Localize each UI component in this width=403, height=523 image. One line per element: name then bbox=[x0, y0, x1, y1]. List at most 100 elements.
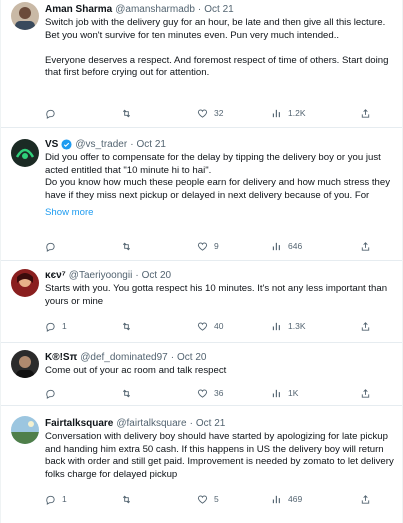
action-bar: 32 1.2K bbox=[45, 106, 394, 120]
like-count: 5 bbox=[214, 494, 219, 504]
views-button[interactable]: 1.2K bbox=[271, 108, 306, 119]
like-count: 9 bbox=[214, 241, 219, 251]
reply-icon bbox=[46, 109, 55, 119]
like-button[interactable]: 9 bbox=[197, 241, 219, 252]
views-icon bbox=[272, 389, 280, 397]
separator-dot: · bbox=[170, 352, 175, 363]
like-button[interactable]: 36 bbox=[197, 388, 223, 399]
tweet-header: κєν⁷ @Taeriyoongii · Oct 20 bbox=[45, 269, 398, 282]
author-handle[interactable]: @Taeriyoongii bbox=[69, 269, 133, 282]
author-handle[interactable]: @fairtalksquare bbox=[116, 417, 186, 430]
separator-dot: · bbox=[189, 418, 193, 429]
author-name[interactable]: VS bbox=[45, 138, 58, 151]
like-button[interactable]: 40 bbox=[197, 321, 223, 332]
author-name[interactable]: K®!Sπ bbox=[45, 351, 77, 364]
avatar[interactable] bbox=[11, 2, 39, 30]
tweet-header: K®!Sπ @def_dominated97 · Oct 20 bbox=[45, 351, 398, 364]
reply-button[interactable] bbox=[45, 108, 62, 119]
heart-icon bbox=[197, 109, 208, 118]
reply-icon bbox=[46, 389, 55, 399]
author-handle[interactable]: @amansharmadb bbox=[115, 3, 195, 16]
share-button[interactable] bbox=[360, 321, 371, 332]
tweet-text: Conversation with delivery boy should ha… bbox=[45, 431, 397, 480]
views-button[interactable]: 646 bbox=[271, 241, 302, 252]
timestamp[interactable]: Oct 20 bbox=[142, 269, 171, 282]
share-icon bbox=[361, 494, 370, 504]
reply-button[interactable] bbox=[45, 241, 62, 252]
reply-icon bbox=[46, 495, 55, 505]
view-count: 1.3K bbox=[288, 321, 306, 331]
views-icon bbox=[272, 495, 280, 503]
separator-dot: · bbox=[130, 139, 134, 150]
heart-icon bbox=[197, 495, 208, 504]
author-handle[interactable]: @vs_trader bbox=[75, 138, 127, 151]
avatar[interactable] bbox=[11, 350, 39, 378]
retweet-icon bbox=[122, 322, 131, 330]
tweet-text: Switch job with the delivery guy for an … bbox=[45, 17, 389, 79]
avatar[interactable] bbox=[11, 139, 39, 167]
views-icon bbox=[272, 242, 280, 250]
reply-icon bbox=[46, 322, 55, 332]
views-icon bbox=[272, 322, 280, 330]
retweet-button[interactable] bbox=[121, 241, 138, 252]
avatar[interactable] bbox=[11, 416, 39, 444]
views-icon bbox=[272, 109, 280, 117]
retweet-icon bbox=[122, 389, 131, 397]
reply-feed: Aman Sharma @amansharmadb · Oct 21 Switc… bbox=[0, 0, 403, 523]
like-count: 32 bbox=[214, 108, 224, 118]
retweet-button[interactable] bbox=[121, 494, 138, 505]
reply-count: 1 bbox=[62, 321, 67, 331]
timestamp[interactable]: Oct 21 bbox=[204, 3, 233, 16]
views-button[interactable]: 469 bbox=[271, 494, 302, 505]
retweet-icon bbox=[122, 109, 131, 117]
like-count: 40 bbox=[214, 321, 224, 331]
share-button[interactable] bbox=[360, 108, 371, 119]
timestamp[interactable]: Oct 21 bbox=[196, 417, 225, 430]
separator-dot: · bbox=[135, 270, 139, 281]
retweet-button[interactable] bbox=[121, 108, 138, 119]
tweet-text: Starts with you. You gotta respect his 1… bbox=[45, 283, 390, 307]
share-button[interactable] bbox=[360, 241, 371, 252]
tweet-fairtalksquare[interactable]: Fairtalksquare @fairtalksquare · Oct 21 … bbox=[1, 406, 402, 523]
share-button[interactable] bbox=[360, 388, 371, 399]
like-button[interactable]: 5 bbox=[197, 494, 219, 505]
tweet-kev[interactable]: κєν⁷ @Taeriyoongii · Oct 20 Starts with … bbox=[1, 261, 402, 343]
retweet-button[interactable] bbox=[121, 388, 138, 399]
tweet-kris[interactable]: K®!Sπ @def_dominated97 · Oct 20 Come out… bbox=[1, 343, 402, 406]
views-button[interactable]: 1.3K bbox=[271, 321, 306, 332]
timestamp[interactable]: Oct 20 bbox=[177, 351, 206, 364]
tweet-header: Fairtalksquare @fairtalksquare · Oct 21 bbox=[45, 417, 398, 430]
author-name[interactable]: Aman Sharma bbox=[45, 3, 112, 16]
heart-icon bbox=[197, 389, 208, 398]
view-count: 646 bbox=[288, 241, 303, 251]
reply-button[interactable]: 1 bbox=[45, 321, 67, 332]
action-bar: 1 40 1.3K bbox=[45, 319, 394, 333]
action-bar: 1 5 469 bbox=[45, 492, 394, 506]
timestamp[interactable]: Oct 21 bbox=[137, 138, 166, 151]
share-icon bbox=[361, 241, 370, 251]
show-more-link[interactable]: Show more bbox=[45, 207, 94, 220]
reply-button[interactable]: 1 bbox=[45, 494, 67, 505]
views-button[interactable]: 1K bbox=[271, 388, 298, 399]
retweet-button[interactable] bbox=[121, 321, 138, 332]
share-icon bbox=[361, 108, 370, 118]
view-count: 469 bbox=[288, 494, 303, 504]
verified-badge-icon bbox=[61, 139, 72, 150]
view-count: 1.2K bbox=[288, 108, 306, 118]
view-count: 1K bbox=[288, 388, 299, 398]
share-button[interactable] bbox=[360, 494, 371, 505]
tweet-text: Did you offer to compensate for the dela… bbox=[45, 152, 391, 201]
author-name[interactable]: Fairtalksquare bbox=[45, 417, 113, 430]
avatar[interactable] bbox=[11, 269, 39, 297]
reply-count: 1 bbox=[62, 494, 67, 504]
tweet-header: Aman Sharma @amansharmadb · Oct 21 bbox=[45, 3, 398, 16]
author-handle[interactable]: @def_dominated97 bbox=[80, 351, 167, 364]
author-name[interactable]: κєν⁷ bbox=[45, 269, 66, 282]
reply-icon bbox=[46, 242, 55, 252]
reply-button[interactable] bbox=[45, 388, 62, 399]
like-button[interactable]: 32 bbox=[197, 108, 223, 119]
retweet-icon bbox=[122, 242, 131, 250]
tweet-aman-sharma[interactable]: Aman Sharma @amansharmadb · Oct 21 Switc… bbox=[1, 0, 402, 128]
heart-icon bbox=[197, 242, 208, 251]
tweet-vs[interactable]: VS @vs_trader · Oct 21 Did you offer to … bbox=[1, 128, 402, 261]
